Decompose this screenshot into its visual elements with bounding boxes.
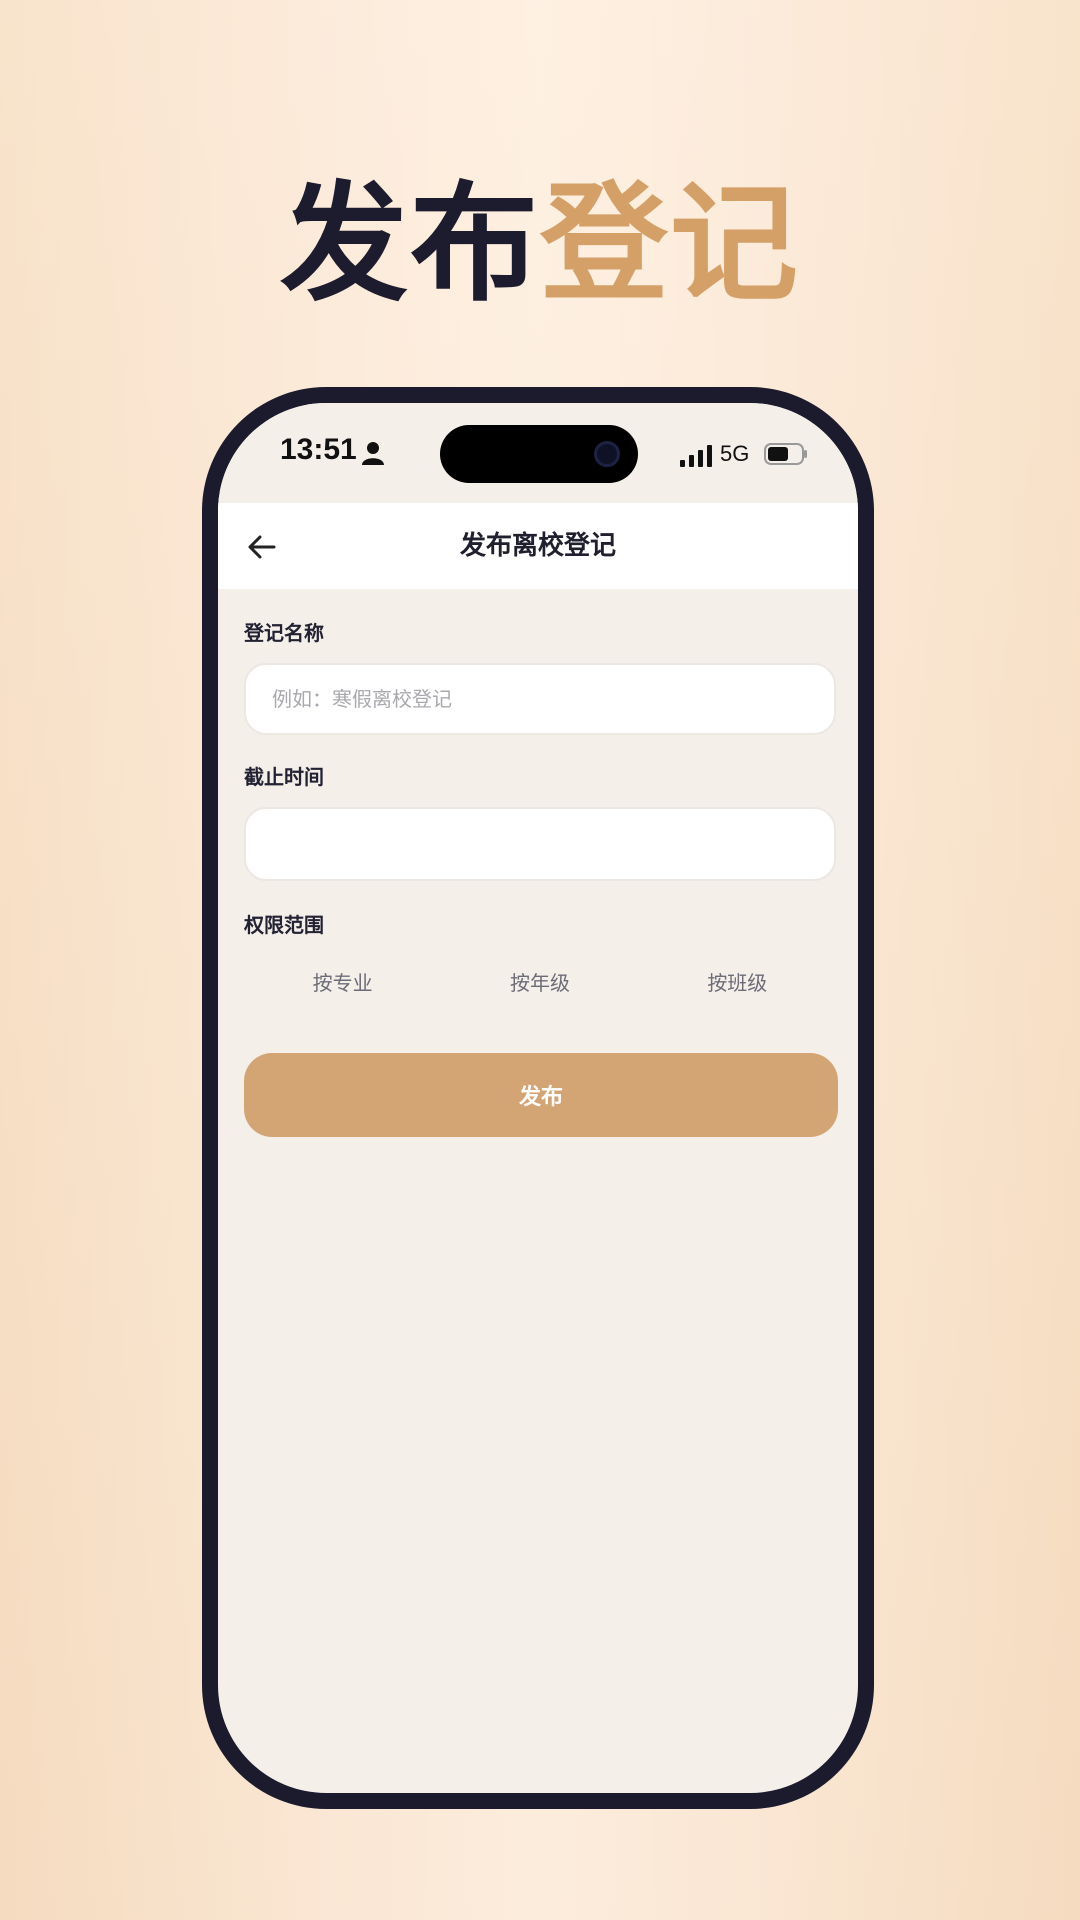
status-bar: 13:51 5G [218, 403, 858, 519]
phone-frame: 13:51 5G 发布离校登记 登记名称 例如：寒假离校登记 截止时间 权限范围… [202, 387, 874, 1809]
back-arrow-icon[interactable] [246, 531, 278, 563]
camera-lens-icon [594, 441, 620, 467]
scope-option-class[interactable]: 按班级 [639, 963, 836, 1003]
name-input[interactable] [244, 663, 836, 735]
scope-option-grade[interactable]: 按年级 [441, 963, 638, 1003]
status-time: 13:51 [280, 433, 357, 466]
headline-part-1: 发布 [279, 170, 540, 319]
scope-options: 按专业 按年级 按班级 [244, 963, 836, 1003]
battery-icon [764, 443, 807, 465]
network-type: 5G [720, 441, 750, 466]
phone-screen: 13:51 5G 发布离校登记 登记名称 例如：寒假离校登记 截止时间 权限范围… [218, 403, 858, 1793]
scope-label: 权限范围 [244, 913, 324, 937]
publish-button[interactable]: 发布 [244, 1053, 838, 1137]
scope-option-major[interactable]: 按专业 [244, 963, 441, 1003]
deadline-input[interactable] [244, 807, 836, 881]
name-label: 登记名称 [244, 621, 324, 645]
nav-bar: 发布离校登记 [218, 503, 858, 589]
promo-headline: 发布登记 [0, 170, 1080, 320]
signal-icon [680, 445, 712, 467]
person-icon [362, 442, 384, 465]
headline-part-2: 登记 [540, 170, 801, 319]
page-title: 发布离校登记 [459, 531, 616, 561]
deadline-label: 截止时间 [244, 765, 324, 789]
dynamic-island [440, 425, 638, 483]
